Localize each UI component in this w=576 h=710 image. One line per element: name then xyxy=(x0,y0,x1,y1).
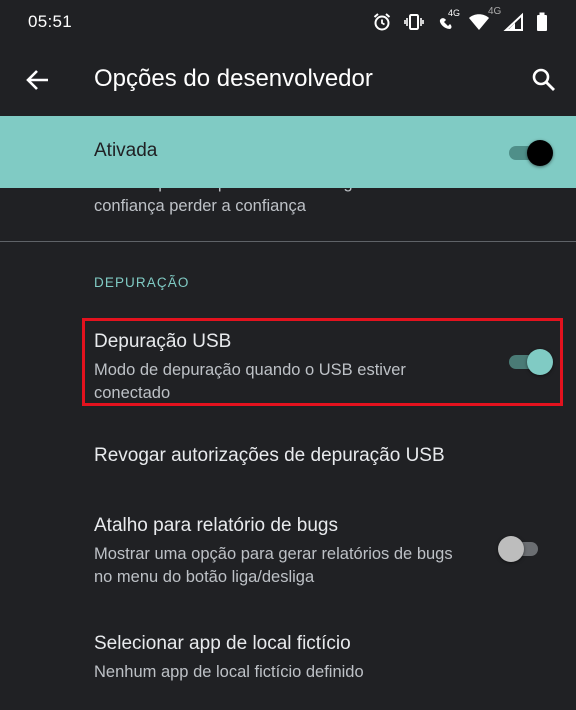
master-switch-bar[interactable]: Ativada xyxy=(0,116,576,188)
arrow-left-icon xyxy=(26,70,48,90)
status-bar: 05:51 4G 4G xyxy=(0,0,576,44)
battery-icon xyxy=(536,12,548,32)
master-switch-toggle[interactable] xyxy=(505,137,553,167)
signal-label: 4G xyxy=(488,6,502,17)
volte-label: 4G xyxy=(448,8,461,18)
mock-location-app-summary: Nenhum app de local fictício definido xyxy=(94,663,364,681)
vibrate-icon xyxy=(404,12,424,32)
section-header-debugging: DEPURAÇÃO xyxy=(94,275,190,290)
usb-debugging-summary: Modo de depuração quando o USB estiver c… xyxy=(94,361,406,402)
search-icon xyxy=(532,68,555,91)
bug-report-shortcut-switch[interactable] xyxy=(498,533,546,563)
master-switch-label: Ativada xyxy=(94,140,158,161)
bug-report-shortcut-item[interactable]: Atalho para relatório de bugs Mostrar um… xyxy=(0,506,576,596)
volte-4g-icon: 4G xyxy=(436,8,460,32)
partial-summary-line2: confiança perder a confiança xyxy=(94,197,306,215)
app-bar: Opções do desenvolvedor xyxy=(0,44,576,116)
status-icons: 4G 4G xyxy=(372,6,548,32)
bug-report-shortcut-title: Atalho para relatório de bugs xyxy=(94,515,338,536)
revoke-usb-authorizations-title: Revogar autorizações de depuração USB xyxy=(94,445,445,466)
divider xyxy=(0,241,576,242)
alarm-icon xyxy=(372,12,392,32)
switch-thumb xyxy=(527,140,553,166)
settings-list[interactable]: será bloqueado quando o último agente de… xyxy=(0,116,576,710)
search-button[interactable] xyxy=(530,66,558,94)
switch-thumb xyxy=(527,349,553,375)
bug-report-shortcut-summary: Mostrar uma opção para gerar relatórios … xyxy=(94,545,453,586)
switch-thumb xyxy=(498,536,524,562)
usb-debugging-item[interactable]: Depuração USB Modo de depuração quando o… xyxy=(0,321,576,407)
mock-location-app-item[interactable]: Selecionar app de local fictício Nenhum … xyxy=(0,626,576,706)
page-title: Opções do desenvolvedor xyxy=(94,65,373,92)
mock-location-app-title: Selecionar app de local fictício xyxy=(94,633,351,654)
usb-debugging-switch[interactable] xyxy=(505,346,553,376)
back-button[interactable] xyxy=(24,66,52,94)
usb-debugging-title: Depuração USB xyxy=(94,331,232,352)
wifi-icon xyxy=(468,12,490,32)
status-time: 05:51 xyxy=(28,12,73,31)
revoke-usb-authorizations-item[interactable]: Revogar autorizações de depuração USB xyxy=(0,426,576,486)
4g-signal-icon: 4G xyxy=(488,6,524,32)
